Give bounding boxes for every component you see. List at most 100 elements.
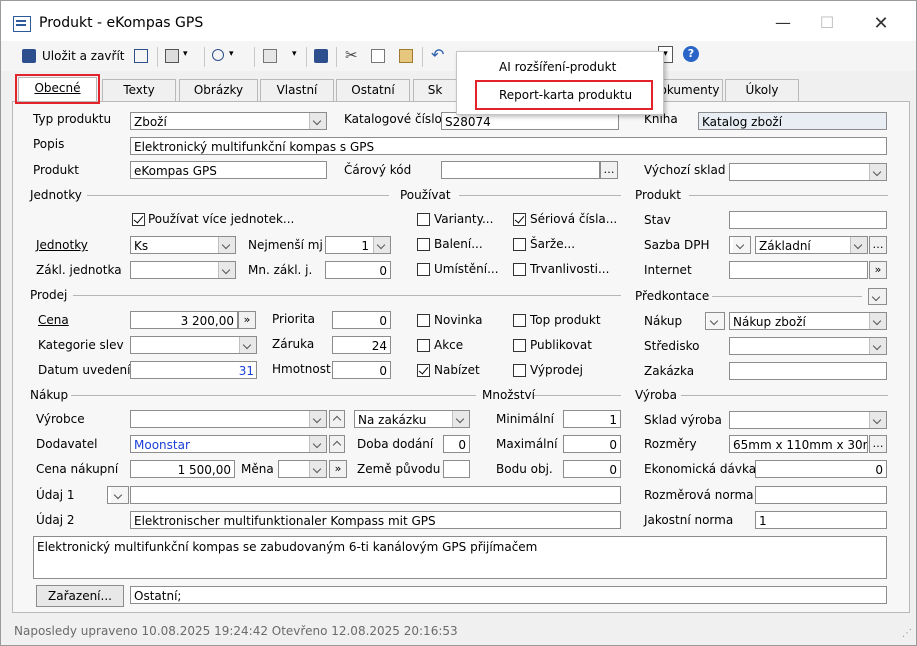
undo-icon[interactable]: ↶ [431,45,444,64]
internet-input[interactable] [729,261,868,279]
chevron-down-icon[interactable] [733,237,750,253]
copy-icon[interactable] [371,49,385,63]
vyrobce-select[interactable] [130,410,327,428]
zarazeni-button[interactable]: Zařazení... [36,585,124,607]
doba-dodani-input[interactable]: 0 [443,435,470,453]
save-icon[interactable] [314,49,328,63]
zaruka-input[interactable]: 24 [332,336,391,354]
rozmery-input[interactable]: 65mm x 110mm x 30mm [729,435,868,453]
chevron-down-icon[interactable] [707,313,724,329]
close-icon[interactable]: ✕ [866,13,896,34]
chevron-down-icon[interactable] [111,487,128,503]
jakostni-norma-input[interactable]: 1 [755,511,887,529]
cena-forward-button[interactable]: » [238,311,256,329]
chevron-down-icon[interactable] [309,113,326,129]
chevron-down-icon[interactable] [869,313,886,329]
chevron-down-icon[interactable] [309,436,326,452]
sarze-checkbox[interactable] [513,238,526,251]
chevron-down-icon[interactable] [373,237,390,253]
tab-sk[interactable]: Sk [413,79,457,102]
carovy-kod-browse-button[interactable]: … [600,161,618,179]
kategorie-slev-select[interactable] [130,336,257,354]
tab-vlastni[interactable]: Vlastní [260,79,334,102]
cut-icon[interactable]: ✂ [345,46,358,64]
minimalni-input[interactable]: 1 [563,410,621,428]
export-dropdown-icon[interactable]: ▾ [292,49,297,59]
tab-ukoly[interactable]: Úkoly [725,79,799,102]
stredisko-select[interactable] [729,337,887,355]
save-close-button[interactable]: Uložit a zavřít [42,49,125,67]
zarazeni-input[interactable]: Ostatní; [130,586,887,604]
akce-checkbox[interactable] [417,339,430,352]
pouzivat-vice-jednotek-checkbox[interactable] [132,213,145,226]
preview-dropdown-icon[interactable]: ▾ [229,49,234,59]
print-dropdown-icon[interactable]: ▾ [183,49,188,59]
produkt-input[interactable]: eKompas GPS [130,161,327,179]
mn-zakl-j-input[interactable]: 0 [325,261,391,279]
trvanlivosti-checkbox[interactable] [513,263,526,276]
datum-uvedeni-input[interactable]: 31 [130,361,257,379]
tab-texty[interactable]: Texty [102,79,176,102]
chevron-down-icon[interactable] [309,411,326,427]
mena-forward-button[interactable]: » [329,460,347,478]
chevron-down-icon[interactable] [850,237,867,253]
priorita-input[interactable]: 0 [332,311,391,329]
chevron-down-icon[interactable] [239,337,256,353]
dodavatel-value[interactable]: Moonstar [134,438,190,452]
varianty-checkbox[interactable] [417,213,430,226]
carovy-kod-input[interactable] [441,161,600,179]
internet-forward-button[interactable]: » [869,261,887,279]
zeme-puvodu-input[interactable] [443,460,470,478]
tab-obrazky[interactable]: Obrázky [179,79,258,102]
bodu-obj-input[interactable]: 0 [563,460,621,478]
predkontace-collapse-icon[interactable] [868,288,887,305]
sklad-vyroba-select[interactable] [729,411,887,429]
rozmerova-norma-input[interactable] [755,486,887,504]
top-produkt-checkbox[interactable] [513,314,526,327]
poznamka-textarea[interactable]: Elektronický multifunkční kompas se zabu… [33,536,887,579]
dodavatel-select[interactable]: Moonstar [130,435,327,453]
jednotky-select[interactable]: Ks [130,236,236,254]
publikovat-checkbox[interactable] [513,339,526,352]
sazba-dph-browse-button[interactable]: … [869,236,887,254]
zakazka-input[interactable] [729,362,887,380]
chevron-down-icon[interactable] [452,411,469,427]
na-zakazku-select[interactable]: Na zakázku [354,410,470,428]
save-close-icon[interactable] [22,49,36,63]
sazba-dph-type-select[interactable] [729,236,751,254]
chevron-down-icon[interactable] [869,164,886,180]
chevron-down-icon[interactable] [869,338,886,354]
tab-ostatni[interactable]: Ostatní [336,79,410,102]
typ-produktu-select[interactable]: Zboží [130,112,327,130]
vyprodej-checkbox[interactable] [513,364,526,377]
seriova-cisla-checkbox[interactable] [513,213,526,226]
udaj2-input[interactable]: Elektronischer multifunktionaler Kompass… [130,511,621,529]
vyrobce-up-icon[interactable] [329,410,345,428]
maximize-icon[interactable]: ☐ [812,13,842,33]
export-icon[interactable] [263,49,277,63]
rozmery-browse-button[interactable]: … [869,435,887,453]
nakup-type-select[interactable] [705,312,725,330]
udaj1-input[interactable] [130,486,621,504]
nakup-select[interactable]: Nákup zboží [729,312,887,330]
save-new-icon[interactable] [134,49,148,63]
hmotnost-input[interactable]: 0 [332,361,391,379]
chevron-down-icon[interactable] [309,461,326,477]
zakl-jednotka-select[interactable] [130,261,236,279]
popis-input[interactable]: Elektronický multifunkční kompas s GPS [130,137,887,155]
mena-select[interactable] [278,460,327,478]
maximalni-input[interactable]: 0 [563,435,621,453]
chevron-down-icon[interactable] [869,412,886,428]
cena-nakupni-input[interactable]: 1 500,00 [130,460,235,478]
udaj1-type-select[interactable] [107,486,129,504]
chevron-down-icon[interactable] [218,262,235,278]
sazba-dph-select[interactable]: Základní [755,236,868,254]
stav-input[interactable] [729,211,887,229]
vychozi-sklad-select[interactable] [729,163,887,181]
chevron-down-icon[interactable] [218,237,235,253]
umisteni-checkbox[interactable] [417,263,430,276]
minimize-icon[interactable]: — [768,13,798,33]
novinka-checkbox[interactable] [417,314,430,327]
ekonomicka-davka-input[interactable]: 0 [755,460,887,478]
paste-icon[interactable] [399,49,413,63]
